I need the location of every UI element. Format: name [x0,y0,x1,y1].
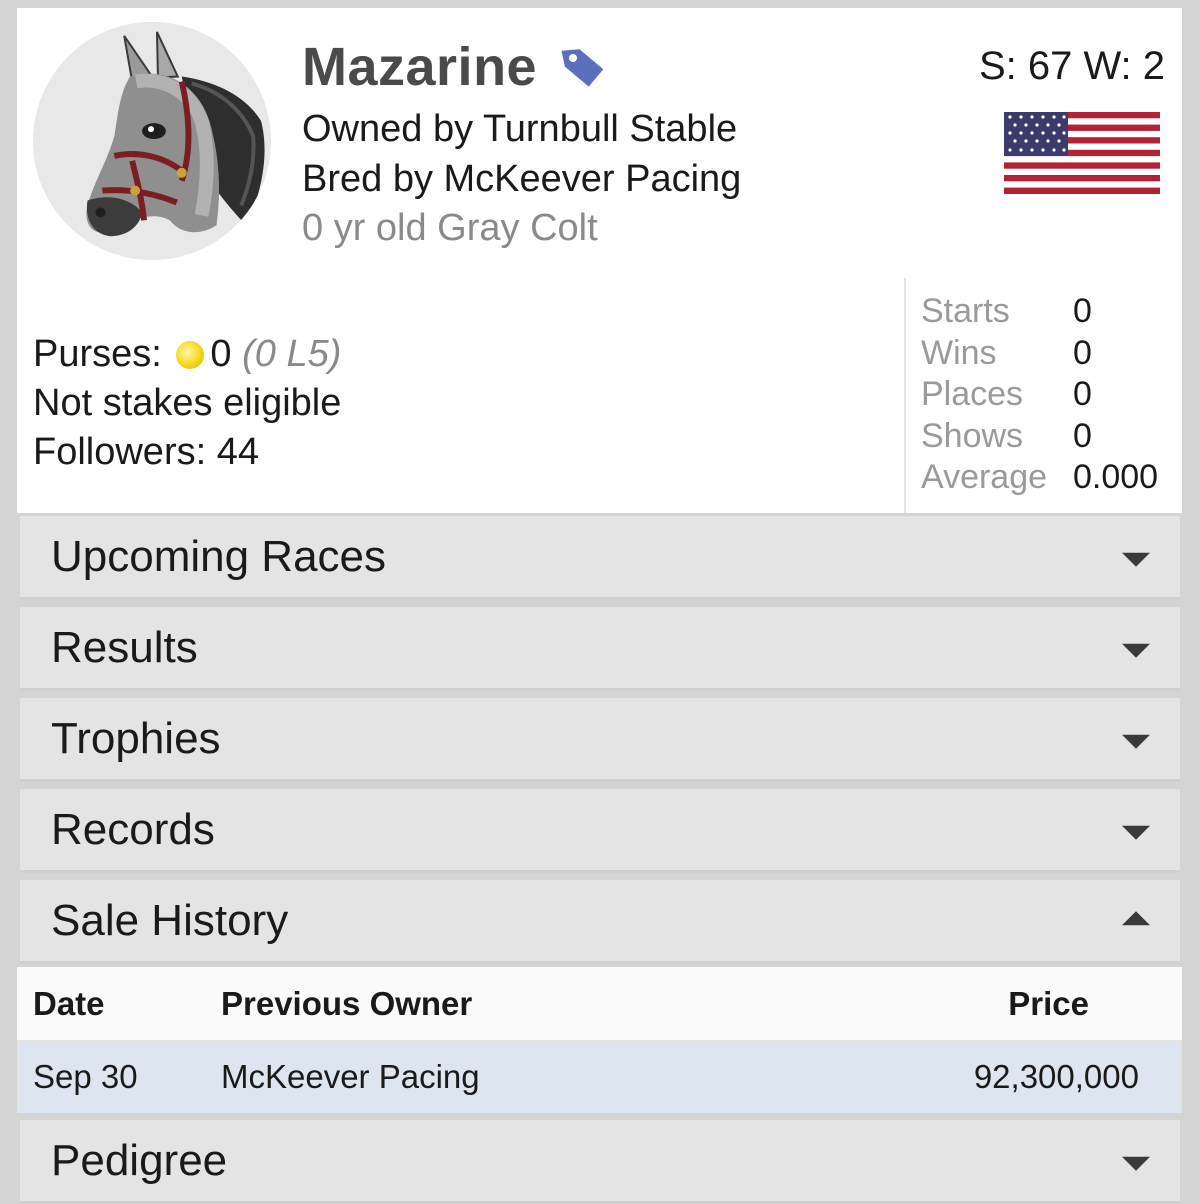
sale-price: 92,300,000 [973,1058,1139,1095]
tag-icon[interactable] [559,43,607,91]
us-flag-icon [1004,112,1160,194]
purses-label: Purses: [33,333,162,375]
horse-name: Mazarine [302,37,538,97]
record-value: 0 [1073,292,1092,330]
chevron-down-icon [1122,825,1150,840]
record-value: 0.000 [1073,458,1159,496]
section-trophies[interactable]: Trophies [20,698,1180,782]
horse-earnings-block: Purses: 0 (0 L5) Not stakes eligible Fol… [33,330,341,477]
followers-count[interactable]: Followers: 44 [33,428,341,477]
record-row-wins: Wins 0 [921,333,1158,375]
section-label: Trophies [51,713,221,763]
horse-profile-card: Mazarine Owned by Turnbull Stable Bred b… [17,8,1182,513]
column-header-previous-owner: Previous Owner [221,984,473,1022]
chevron-down-icon [1122,552,1150,567]
section-sale-history[interactable]: Sale History [20,880,1180,964]
column-header-price: Price [1008,984,1089,1022]
record-value: 0 [1073,333,1092,372]
section-label: Results [51,622,198,672]
purses-line: Purses: 0 (0 L5) [33,330,341,379]
record-row-shows: Shows 0 [921,416,1158,458]
section-records[interactable]: Records [20,789,1180,873]
breeder-line[interactable]: Bred by McKeever Pacing [302,158,741,201]
horse-head-illustration [33,22,271,260]
race-record-table: Starts 0 Wins 0 Places 0 Shows 0 Average… [921,291,1158,499]
record-label: Starts [921,292,1010,330]
section-pedigree[interactable]: Pedigree [20,1120,1180,1204]
record-label: Wins [921,333,997,372]
speed-wins: S: 67 W: 2 [978,44,1165,88]
sale-history-header: Date Previous Owner Price [17,967,1182,1041]
chevron-down-icon [1122,643,1150,658]
record-row-starts: Starts 0 [921,291,1158,333]
section-label: Sale History [51,895,289,945]
section-results[interactable]: Results [20,607,1180,691]
section-label: Records [51,804,215,854]
record-label: Shows [921,416,1024,455]
chevron-up-icon [1122,910,1150,925]
horse-avatar [33,22,271,260]
record-value: 0 [1073,375,1092,413]
sale-previous-owner[interactable]: McKeever Pacing [221,1058,480,1096]
section-label: Pedigree [51,1135,228,1185]
purses-value: 0 [210,333,232,375]
table-row: Sep 30 McKeever Pacing 92,300,000 [17,1041,1182,1116]
section-upcoming-races[interactable]: Upcoming Races [20,516,1180,600]
record-row-average: Average 0.000 [921,457,1158,499]
record-label: Places [921,375,1024,413]
record-label: Average [921,458,1048,496]
record-row-places: Places 0 [921,374,1158,416]
sale-date: Sep 30 [33,1058,138,1095]
purses-last-five: (0 L5) [242,333,342,375]
stats-divider [904,278,906,513]
record-value: 0 [1073,416,1092,455]
chevron-down-icon [1122,734,1150,749]
section-label: Upcoming Races [51,531,387,581]
coin-icon [176,341,205,369]
sale-history-table: Date Previous Owner Price Sep 30 McKeeve… [17,967,1182,1116]
stakes-eligibility: Not stakes eligible [33,382,342,424]
horse-description: 0 yr old Gray Colt [302,207,598,249]
column-header-date: Date [33,984,105,1022]
owner-line[interactable]: Owned by Turnbull Stable [302,108,737,151]
chevron-down-icon [1122,1156,1150,1171]
